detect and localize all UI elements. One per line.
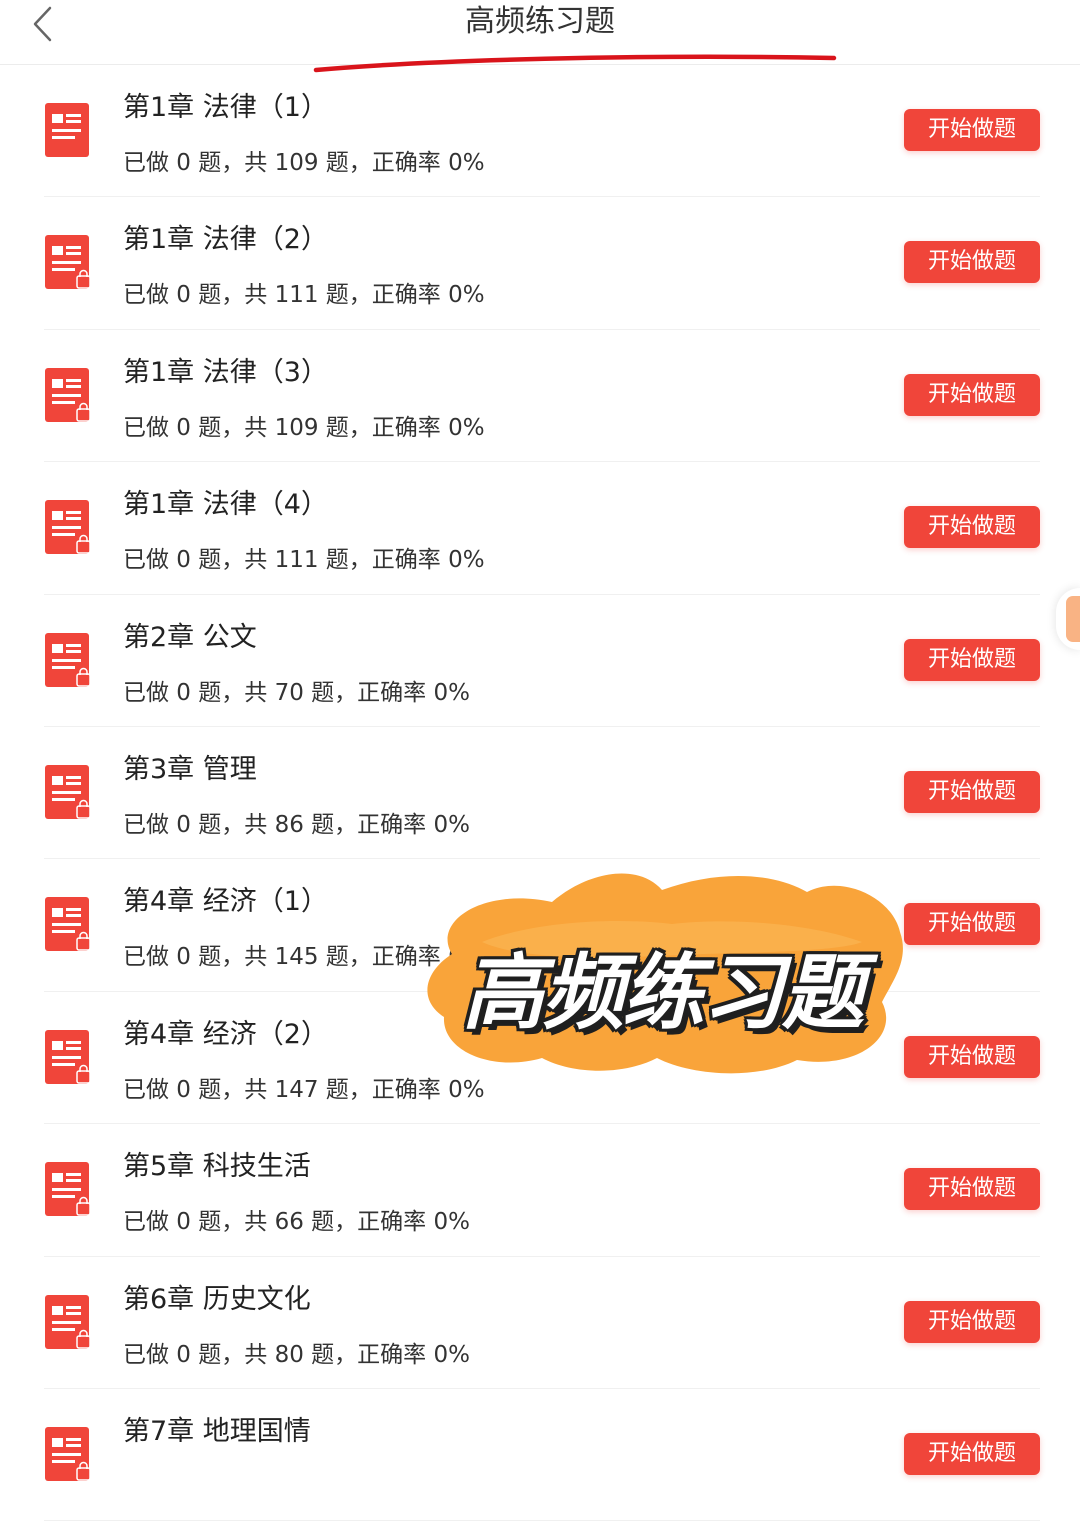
list-item: 第7章 地理国情 开始做题 bbox=[44, 1389, 1040, 1521]
chapter-stats: 已做 0 题，共 109 题，正确率 0% bbox=[123, 150, 485, 176]
start-practice-button[interactable]: 开始做题 bbox=[904, 1168, 1040, 1211]
chapter-title: 第7章 地理国情 bbox=[123, 1415, 311, 1447]
start-practice-button[interactable]: 开始做题 bbox=[904, 1432, 1040, 1475]
chapter-stats: 已做 0 题，共 111 题，正确率 0% bbox=[123, 547, 485, 574]
start-practice-button[interactable]: 开始做题 bbox=[904, 638, 1040, 681]
document-icon bbox=[45, 897, 91, 952]
sticker-text: 高频练习题 bbox=[462, 946, 864, 1041]
document-icon bbox=[45, 1426, 91, 1481]
document-icon bbox=[45, 235, 91, 290]
list-item: 第1章 法律（1） 已做 0 题，共 109 题，正确率 0% 开始做题 bbox=[44, 65, 1040, 198]
document-icon bbox=[45, 632, 91, 687]
chapter-stats: 已做 0 题，共 80 题，正确率 0% bbox=[123, 1341, 470, 1368]
document-icon bbox=[45, 1162, 91, 1217]
start-practice-button[interactable]: 开始做题 bbox=[904, 1035, 1040, 1078]
chapter-stats: 已做 0 题，共 86 题，正确率 0% bbox=[123, 811, 470, 838]
chapter-stats: 已做 0 题，共 66 题，正确率 0% bbox=[123, 1209, 470, 1236]
document-icon bbox=[45, 500, 91, 555]
chapter-title: 第1章 法律（4） bbox=[123, 489, 328, 521]
exercise-list: 第1章 法律（1） 已做 0 题，共 109 题，正确率 0% 开始做题 第1章… bbox=[0, 65, 1080, 1521]
chapter-title: 第2章 公文 bbox=[123, 621, 257, 653]
chapter-title: 第6章 历史文化 bbox=[123, 1283, 311, 1315]
list-item: 第6章 历史文化 已做 0 题，共 80 题，正确率 0% 开始做题 bbox=[44, 1257, 1040, 1389]
list-item: 第1章 法律（4） 已做 0 题，共 111 题，正确率 0% 开始做题 bbox=[44, 462, 1040, 595]
start-practice-button[interactable]: 开始做题 bbox=[904, 506, 1040, 549]
chapter-title: 第3章 管理 bbox=[123, 753, 257, 785]
page-title: 高频练习题 bbox=[465, 4, 615, 39]
start-practice-button[interactable]: 开始做题 bbox=[904, 109, 1040, 151]
list-item: 第1章 法律（2） 已做 0 题，共 111 题，正确率 0% 开始做题 bbox=[44, 197, 1040, 330]
chapter-title: 第1章 法律（1） bbox=[123, 92, 328, 123]
start-practice-button[interactable]: 开始做题 bbox=[904, 770, 1040, 813]
document-icon bbox=[45, 103, 89, 157]
chapter-title: 第1章 法律（2） bbox=[123, 224, 328, 256]
chapter-title: 第4章 经济（2） bbox=[123, 1018, 328, 1050]
list-item: 第3章 管理 已做 0 题，共 86 题，正确率 0% 开始做题 bbox=[44, 727, 1040, 860]
chapter-title: 第4章 经济（1） bbox=[123, 886, 328, 918]
start-practice-button[interactable]: 开始做题 bbox=[904, 241, 1040, 284]
chapter-stats: 已做 0 题，共 70 题，正确率 0% bbox=[123, 679, 470, 706]
document-icon bbox=[45, 764, 91, 819]
start-practice-button[interactable]: 开始做题 bbox=[904, 373, 1040, 416]
chapter-stats: 已做 0 题，共 109 题，正确率 0% bbox=[123, 414, 485, 441]
chapter-stats: 已做 0 题，共 111 题，正确率 0% bbox=[123, 282, 485, 309]
document-icon bbox=[45, 1294, 91, 1349]
list-item: 第5章 科技生活 已做 0 题，共 66 题，正确率 0% 开始做题 bbox=[44, 1124, 1040, 1257]
document-icon bbox=[45, 1029, 91, 1084]
chapter-title: 第1章 法律（3） bbox=[123, 356, 328, 388]
title-sticker: 高频练习题 bbox=[412, 862, 912, 1082]
list-item: 第1章 法律（3） 已做 0 题，共 109 题，正确率 0% 开始做题 bbox=[44, 330, 1040, 463]
top-bar: 高频练习题 bbox=[0, 0, 1080, 73]
start-practice-button[interactable]: 开始做题 bbox=[904, 903, 1040, 946]
float-grip bbox=[1066, 596, 1080, 642]
start-practice-button[interactable]: 开始做题 bbox=[904, 1300, 1040, 1343]
chapter-title: 第5章 科技生活 bbox=[123, 1151, 311, 1183]
document-icon bbox=[45, 367, 91, 422]
list-item: 第2章 公文 已做 0 题，共 70 题，正确率 0% 开始做题 bbox=[44, 595, 1040, 727]
